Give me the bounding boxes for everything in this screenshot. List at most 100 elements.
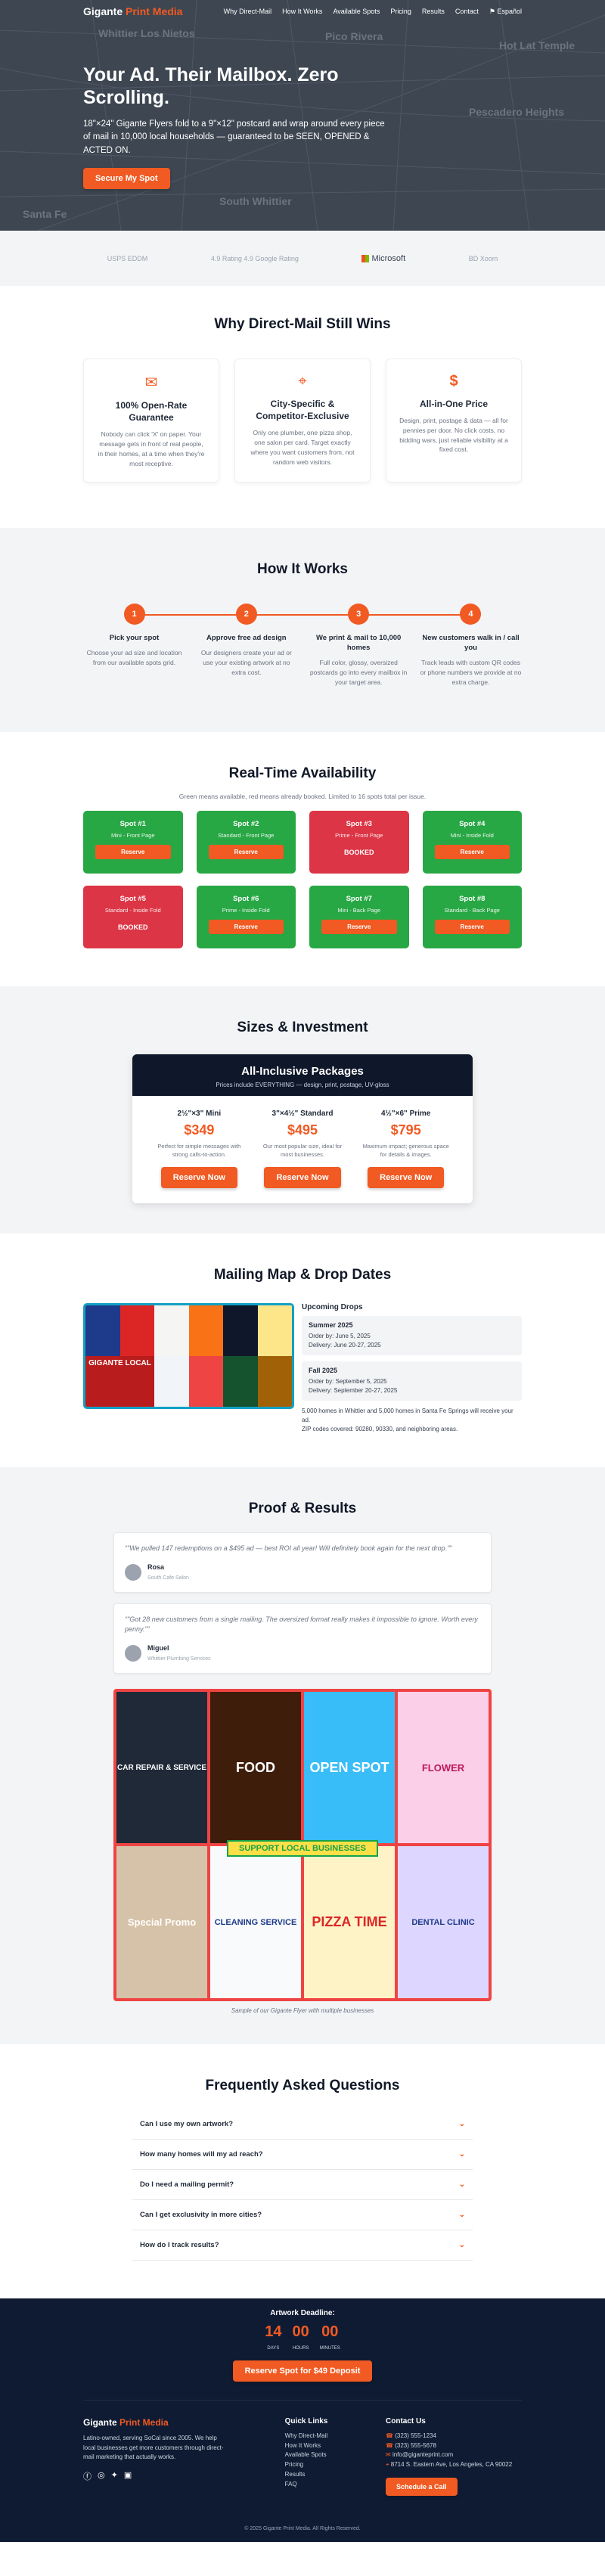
spot-title: Spot #4 <box>459 820 486 829</box>
pricing-title: Sizes & Investment <box>237 1020 368 1036</box>
flyer-ad: DENTAL CLINIC <box>398 1846 489 1998</box>
spot-card[interactable]: Spot #4 Mini - Inside Fold Reserve <box>422 811 522 874</box>
map-label: Pescadero Heights <box>469 106 565 118</box>
step-text: Our designers create your ad or use your… <box>200 649 292 676</box>
footer-link[interactable]: Available Spots <box>285 2450 328 2460</box>
pricing-section: Sizes & Investment All-Inclusive Package… <box>0 986 605 1234</box>
countdown-hours: 00 <box>292 2323 309 2340</box>
flyer-ad: FOOD <box>210 1691 301 1844</box>
reserve-now-button[interactable]: Reserve Now <box>160 1167 237 1189</box>
plan-name: 2½"×3" Mini <box>177 1110 222 1119</box>
chevron-down-icon: ⌄ <box>458 2149 465 2159</box>
footer-link[interactable]: Why Direct-Mail <box>285 2432 328 2441</box>
spot-subtitle: Standard - Inside Fold <box>104 907 161 914</box>
spot-title: Spot #6 <box>233 895 259 904</box>
collage-tile <box>154 1305 189 1357</box>
step-text: Choose your ad size and location from ou… <box>86 649 182 666</box>
faq-item[interactable]: How many homes will my ad reach? ⌄ <box>132 2140 473 2170</box>
reserve-button[interactable]: Reserve <box>208 845 284 860</box>
reserve-now-button[interactable]: Reserve Now <box>368 1167 445 1189</box>
faq-item[interactable]: Can I use my own artwork? ⌄ <box>132 2109 473 2140</box>
avatar <box>125 1644 141 1662</box>
footer-link[interactable]: Pricing <box>285 2460 328 2470</box>
testimonial-role: South Cafe Salon <box>147 1575 189 1581</box>
schedule-call-button[interactable]: Schedule a Call <box>386 2477 458 2496</box>
plan-prime: 4½"×6" Prime $795 Maximum impact; generous… <box>354 1110 458 1189</box>
testimonial-role: Whittier Plumbing Services <box>147 1656 211 1662</box>
faq-item[interactable]: How do I track results? ⌄ <box>132 2230 473 2261</box>
spot-card[interactable]: Spot #2 Standard - Front Page Reserve <box>196 811 296 874</box>
flyer-ad: Special Promo <box>116 1846 207 1998</box>
reserve-button[interactable]: Reserve <box>95 845 171 860</box>
xoom-logo: BD Xoom <box>468 254 498 262</box>
testimonial: "Got 28 new customers from a single mail… <box>113 1603 492 1674</box>
spot-card[interactable]: Spot #6 Prime - Inside Fold Reserve <box>196 886 296 949</box>
footer-links: Quick Links Why Direct-Mail How It Works… <box>285 2417 328 2496</box>
faq-item[interactable]: Can I get exclusivity in more cities? ⌄ <box>132 2200 473 2230</box>
nav-pricing[interactable]: Pricing <box>390 8 411 16</box>
dollar-icon: $ <box>449 373 458 390</box>
footer-link[interactable]: Results <box>285 2470 328 2480</box>
nav-why[interactable]: Why Direct-Mail <box>224 8 272 16</box>
collage-tile <box>188 1356 223 1407</box>
language-toggle[interactable]: ⚑ Español <box>489 8 522 16</box>
plan-price: $349 <box>184 1122 215 1138</box>
mailing-title: Mailing Map & Drop Dates <box>213 1267 392 1283</box>
reserve-button[interactable]: Reserve <box>208 920 284 935</box>
spot-card[interactable]: Spot #7 Mini - Back Page Reserve <box>309 886 409 949</box>
footer: Artwork Deadline: 14 DAYS 00 HOURS 00 MINUT… <box>0 2298 605 2542</box>
reserve-button[interactable]: Reserve <box>321 920 397 935</box>
testimonial: "We pulled 147 redemptions on a $495 ad … <box>113 1532 492 1593</box>
chevron-down-icon: ⌄ <box>458 2210 465 2219</box>
linkedin-icon[interactable]: ▣ <box>124 2470 132 2482</box>
spot-card[interactable]: Spot #1 Mini - Front Page Reserve <box>83 811 183 874</box>
footer-logo: Gigante Print Media <box>83 2416 169 2428</box>
footer-link[interactable]: FAQ <box>285 2480 328 2490</box>
reserve-button[interactable]: Reserve <box>434 845 510 860</box>
why-card: ✉ 100% Open-Rate Guarantee Nobody can cl… <box>83 358 219 483</box>
testimonial-name: Rosa <box>147 1563 165 1571</box>
card-text: Only one plumber, one pizza shop, one sa… <box>250 429 355 466</box>
why-title: Why Direct-Mail Still Wins <box>214 316 391 332</box>
usps-logo: USPS EDDM <box>107 254 148 262</box>
faq-item[interactable]: Do I need a mailing permit? ⌄ <box>132 2170 473 2200</box>
facebook-icon[interactable]: ⓕ <box>83 2470 92 2482</box>
countdown: 14 DAYS 00 HOURS 00 MINUTES <box>265 2323 340 2351</box>
map-label: Whittier Los Nietos <box>98 27 195 39</box>
footer-link[interactable]: How It Works <box>285 2441 328 2451</box>
phone-link[interactable]: ☎ (323) 555-5678 <box>386 2441 522 2451</box>
packages-subtitle: Prices include EVERYTHING — design, prin… <box>216 1082 389 1089</box>
nav-how[interactable]: How It Works <box>282 8 322 16</box>
email-link[interactable]: ✉ info@giganteprint.com <box>386 2450 522 2460</box>
chevron-down-icon: ⌄ <box>458 2240 465 2249</box>
spot-subtitle: Prime - Inside Fold <box>222 907 270 914</box>
secure-spot-button[interactable]: Secure My Spot <box>83 167 170 189</box>
nav-spots[interactable]: Available Spots <box>333 8 380 16</box>
flyer-ad: OPEN SPOT <box>304 1691 395 1844</box>
spot-card[interactable]: Spot #8 Standard - Back Page Reserve <box>422 886 522 949</box>
step-title: New customers walk in / call you <box>422 634 520 653</box>
reserve-button[interactable]: Reserve <box>434 920 510 935</box>
envelope-icon: ✉ <box>144 374 158 391</box>
reserve-deposit-button[interactable]: Reserve Spot for $49 Deposit <box>232 2360 373 2382</box>
why-card: ⌖ City-Specific & Competitor-Exclusive O… <box>234 358 371 483</box>
step-text: Track leads with custom QR codes or phon… <box>420 659 522 686</box>
collage-tile <box>154 1356 189 1407</box>
nav-results[interactable]: Results <box>422 8 445 16</box>
card-title: 100% Open-Rate Guarantee <box>115 400 188 424</box>
plan-name: 3"×4½" Standard <box>271 1110 334 1119</box>
reserve-now-button[interactable]: Reserve Now <box>264 1167 341 1189</box>
chevron-down-icon: ⌄ <box>458 2180 465 2189</box>
instagram-icon[interactable]: ◎ <box>98 2470 105 2482</box>
twitter-icon[interactable]: ✦ <box>111 2470 118 2482</box>
faq-title: Frequently Asked Questions <box>205 2077 400 2093</box>
about-text: Latino-owned, serving SoCal since 2005. … <box>83 2434 224 2461</box>
collage-tile <box>223 1305 258 1357</box>
step-title: Pick your spot <box>109 634 160 643</box>
support-local-banner: SUPPORT LOCAL BUSINESSES <box>227 1839 378 1857</box>
availability-title: Real-Time Availability <box>228 765 377 782</box>
logo[interactable]: Gigante Print Media <box>83 5 182 17</box>
nav-contact[interactable]: Contact <box>455 8 479 16</box>
phone-link[interactable]: ☎ (323) 555-1234 <box>386 2432 522 2441</box>
results-section: Proof & Results "We pulled 147 redemptio… <box>0 1467 605 2044</box>
